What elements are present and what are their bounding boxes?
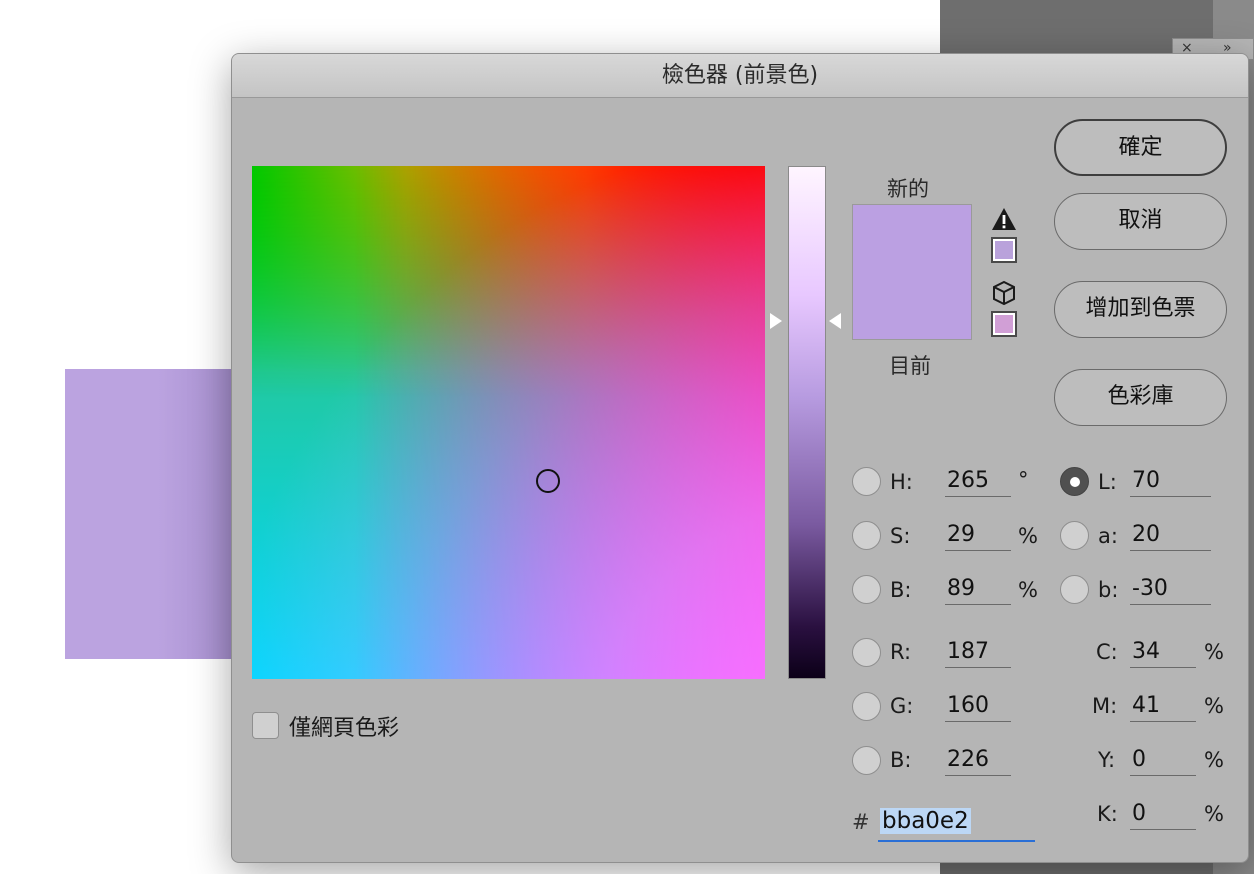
lab-a-input[interactable]: 20 — [1130, 521, 1211, 551]
brightness-unit: % — [1018, 578, 1038, 602]
out-of-gamut-warning-icon[interactable] — [991, 206, 1017, 232]
dialog-title: 檢色器 (前景色) — [232, 54, 1248, 98]
add-to-swatches-button[interactable]: 增加到色票 — [1054, 281, 1227, 338]
red-label: R: — [890, 640, 912, 664]
cyan-unit: % — [1204, 640, 1224, 664]
brightness-radio[interactable] — [852, 575, 881, 604]
color-field-cursor[interactable] — [536, 469, 560, 493]
yellow-unit: % — [1204, 748, 1224, 772]
color-field-light-layer — [252, 166, 765, 679]
magenta-label: M: — [1092, 694, 1118, 718]
blue-label: B: — [890, 748, 912, 772]
hex-value: bba0e2 — [880, 808, 971, 834]
green-radio[interactable] — [852, 692, 881, 721]
saturation-radio[interactable] — [852, 521, 881, 550]
yellow-input[interactable]: 0 — [1130, 746, 1196, 776]
black-input[interactable]: 0 — [1130, 800, 1196, 830]
saturation-unit: % — [1018, 524, 1038, 548]
color-picker-dialog: 檢色器 (前景色) 新的 目前 確定 取消 增加到色票 色彩庫 H: 265 °… — [231, 53, 1249, 863]
saturation-label: S: — [890, 524, 911, 548]
brightness-label: B: — [890, 578, 912, 602]
lightness-input[interactable]: 70 — [1130, 467, 1211, 497]
lab-b-input[interactable]: -30 — [1130, 575, 1211, 605]
cyan-input[interactable]: 34 — [1130, 638, 1196, 668]
lightness-slider[interactable] — [788, 166, 826, 679]
blue-radio[interactable] — [852, 746, 881, 775]
lab-b-label: b: — [1098, 578, 1119, 602]
web-colors-only-label: 僅網頁色彩 — [289, 716, 400, 741]
lab-a-label: a: — [1098, 524, 1118, 548]
cyan-label: C: — [1096, 640, 1118, 664]
color-libraries-button[interactable]: 色彩庫 — [1054, 369, 1227, 426]
magenta-input[interactable]: 41 — [1130, 692, 1196, 722]
black-unit: % — [1204, 802, 1224, 826]
hex-label: # — [852, 810, 870, 834]
slider-handle-right[interactable] — [829, 313, 841, 329]
web-colors-only-checkbox[interactable] — [252, 712, 279, 739]
magenta-unit: % — [1204, 694, 1224, 718]
hue-input[interactable]: 265 — [945, 467, 1011, 497]
lab-a-radio[interactable] — [1060, 521, 1089, 550]
lightness-radio[interactable] — [1060, 467, 1089, 496]
hex-input[interactable]: bba0e2 — [878, 804, 1035, 842]
cancel-button[interactable]: 取消 — [1054, 193, 1227, 250]
color-field[interactable] — [252, 166, 765, 679]
gamut-correction-swatch[interactable] — [991, 237, 1017, 263]
hue-unit: ° — [1018, 468, 1029, 492]
current-color-label: 目前 — [889, 354, 931, 378]
yellow-label: Y: — [1098, 748, 1116, 772]
blue-input[interactable]: 226 — [945, 746, 1011, 776]
ok-button[interactable]: 確定 — [1054, 119, 1227, 176]
red-input[interactable]: 187 — [945, 638, 1011, 668]
screen: × » 檢色器 (前景色) 新的 目前 確定 取消 增加到色票 色彩庫 H: 2… — [0, 0, 1254, 874]
new-color-swatch — [853, 205, 971, 273]
red-radio[interactable] — [852, 638, 881, 667]
web-safe-swatch[interactable] — [991, 311, 1017, 337]
color-preview — [852, 204, 972, 340]
new-color-label: 新的 — [887, 177, 929, 201]
current-color-swatch[interactable] — [853, 273, 971, 339]
document-canvas-color — [65, 369, 235, 659]
hue-label: H: — [890, 470, 913, 494]
green-label: G: — [890, 694, 914, 718]
web-safe-cube-icon[interactable] — [992, 280, 1016, 306]
slider-handle-left[interactable] — [770, 313, 782, 329]
saturation-input[interactable]: 29 — [945, 521, 1011, 551]
brightness-input[interactable]: 89 — [945, 575, 1011, 605]
hue-radio[interactable] — [852, 467, 881, 496]
green-input[interactable]: 160 — [945, 692, 1011, 722]
lightness-label: L: — [1098, 470, 1117, 494]
black-label: K: — [1097, 802, 1118, 826]
lab-b-radio[interactable] — [1060, 575, 1089, 604]
